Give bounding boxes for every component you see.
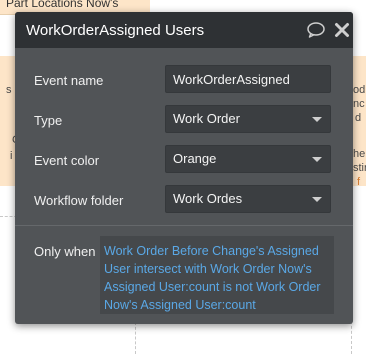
workflow-folder-label: Workflow folder [34,193,124,208]
canvas-text-fragment: stir [353,162,366,174]
close-icon[interactable] [332,20,352,40]
type-label: Type [34,113,63,128]
chevron-down-icon [312,157,322,162]
canvas-text-fragment: he [353,148,366,160]
type-select[interactable]: Work Order [165,105,331,133]
only-when-condition-expression[interactable]: Work Order Before Change's Assigned User… [100,236,334,314]
comment-icon[interactable] [306,20,326,40]
modal-title: WorkOrderAssigned Users [26,22,205,39]
event-name-label: Event name [34,73,104,88]
canvas-connector-line [135,322,136,354]
canvas-text-fragment: f [357,176,361,188]
event-color-select[interactable]: Orange [165,145,331,173]
canvas-text-fragment: nc [353,98,365,110]
chevron-down-icon [312,117,322,122]
event-name-input[interactable] [165,65,331,93]
canvas-text-fragment: d [355,112,362,124]
event-properties-modal: WorkOrderAssigned Users Event name Type … [15,12,353,324]
modal-header[interactable]: WorkOrderAssigned Users [15,12,353,48]
type-select-value: Work Order [173,111,240,126]
canvas-text-fragment: od [353,84,366,96]
workflow-folder-select[interactable]: Work Ordes [165,185,331,213]
workflow-folder-select-value: Work Ordes [173,191,243,206]
workflow-editor-canvas: Part Locations Now's s C i od nc d he st… [0,0,366,354]
canvas-text-fragment: i [10,150,13,162]
section-divider [15,225,353,226]
canvas-text-fragment: s [6,84,12,96]
event-color-label: Event color [34,153,100,168]
only-when-label: Only when [34,244,96,259]
chevron-down-icon [312,197,322,202]
event-color-select-value: Orange [173,151,217,166]
canvas-event-card-label: Part Locations Now's [6,0,119,10]
